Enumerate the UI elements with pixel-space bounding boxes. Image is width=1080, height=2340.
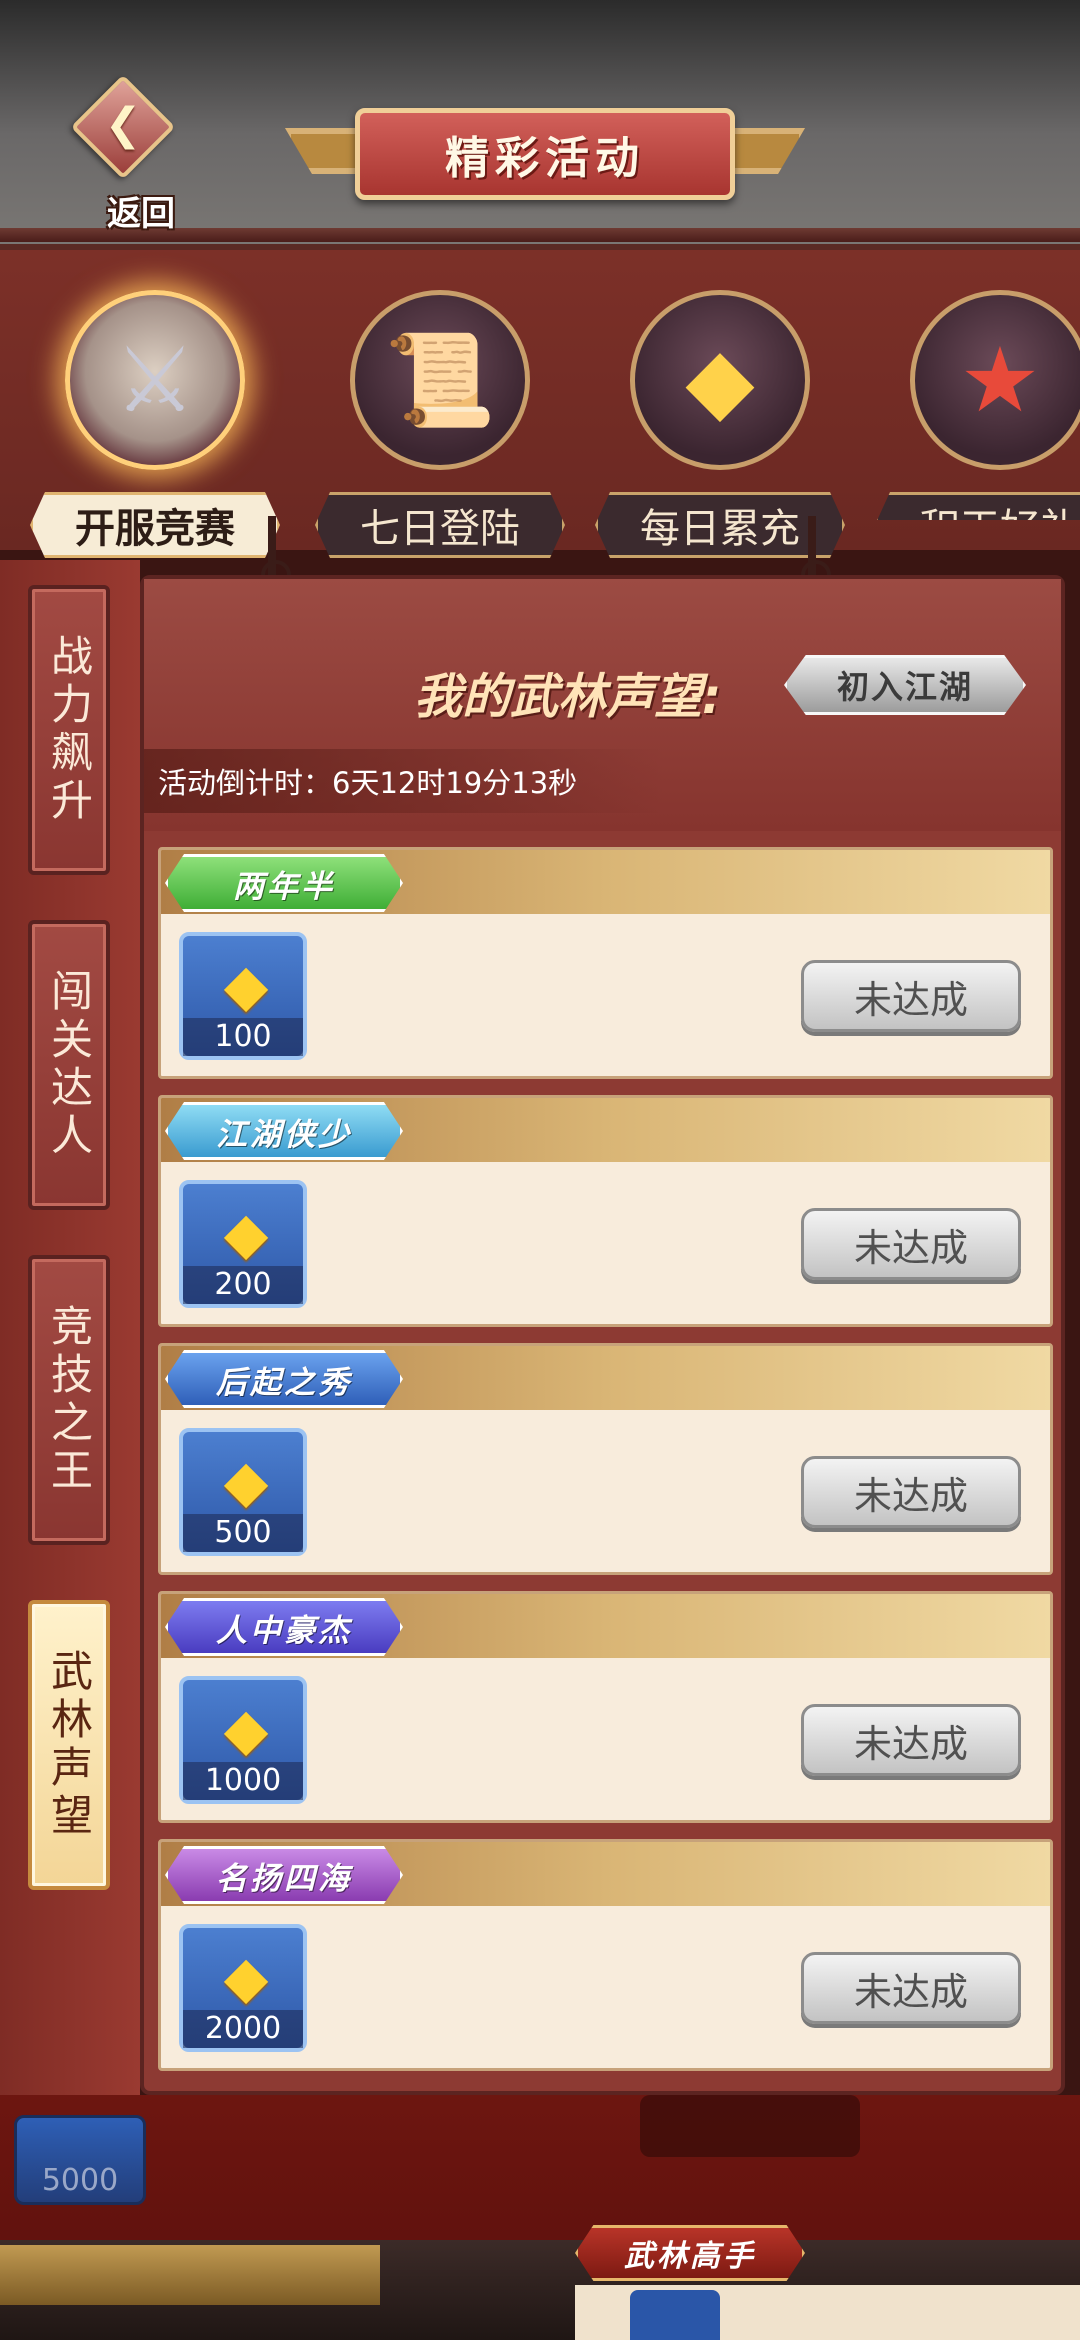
claim-button-label: 未达成 xyxy=(853,1473,968,1518)
sidebar-item-arena-king[interactable]: 竞技之王 xyxy=(28,1255,110,1545)
scroll-gold-icon: 📜 xyxy=(383,328,497,433)
rank-tag: 后起之秀 xyxy=(165,1350,403,1408)
hanging-rope-right xyxy=(801,516,831,590)
reward-item[interactable]: ◆ 1000 xyxy=(179,1676,307,1804)
hanging-rope-left xyxy=(261,516,291,590)
reward-card: 名扬四海 ◆ 2000 未达成 xyxy=(158,1839,1053,2071)
reward-card: 人中豪杰 ◆ 1000 未达成 xyxy=(158,1591,1053,1823)
reputation-badge: 初入江湖 xyxy=(784,655,1026,715)
rank-tag: 两年半 xyxy=(165,854,403,912)
rank-tag: 名扬四海 xyxy=(165,1846,403,1904)
claim-button[interactable]: 未达成 xyxy=(801,1208,1021,1280)
gold-ingot-icon: ◆ xyxy=(223,1199,269,1267)
countdown-strip: 活动倒计时：6天12时19分13秒 xyxy=(144,749,664,813)
header-bar: ❮ 返回 精彩活动 xyxy=(0,0,1080,250)
reward-amount: 200 xyxy=(183,1266,303,1304)
rank-tag-partial: 武林高手 xyxy=(575,2225,805,2281)
reward-card: 两年半 ◆ 100 未达成 xyxy=(158,847,1053,1079)
claim-button-partial xyxy=(640,2095,860,2157)
gold-ingot-icon: ◆ xyxy=(223,1447,269,1515)
claim-button-label: 未达成 xyxy=(853,1721,968,1766)
claim-button[interactable]: 未达成 xyxy=(801,1456,1021,1528)
rank-tag: 人中豪杰 xyxy=(165,1598,403,1656)
claim-button[interactable]: 未达成 xyxy=(801,1704,1021,1776)
bottom-overlay-region: 5000 武林高手 xyxy=(0,2095,1080,2340)
sidebar-item-label: 闯关达人 xyxy=(44,969,94,1161)
title-plaque: 精彩活动 xyxy=(285,108,805,200)
treasure-pile-icon: ★ xyxy=(959,328,1041,433)
gold-ingot-icon: ◆ xyxy=(223,951,269,1019)
bottom-gold-band xyxy=(0,2245,380,2305)
claim-button[interactable]: 未达成 xyxy=(801,1952,1021,2024)
rank-tag-label: 武林高手 xyxy=(624,2239,756,2274)
tab-label: 开服竞赛 xyxy=(75,506,235,552)
claim-button-label: 未达成 xyxy=(853,977,968,1022)
sidebar-item-label: 战力飙升 xyxy=(44,634,94,826)
back-label: 返回 xyxy=(107,194,175,234)
reward-panel: 我的武林声望: 初入江湖 活动倒计时：6天12时19分13秒 两年半 ◆ 100… xyxy=(140,575,1065,2095)
reputation-value: 初入江湖 xyxy=(836,668,973,706)
tab-label-plate: 七日登陆 xyxy=(315,492,565,558)
tab-label: 七日登陆 xyxy=(360,506,520,552)
reward-amount: 5000 xyxy=(41,2163,119,2198)
title-banner: 精彩活动 xyxy=(355,108,735,200)
rank-tag-label: 江湖侠少 xyxy=(216,1116,352,1153)
gold-ingot-chest-icon: ◆ xyxy=(685,328,755,433)
sidebar-item-power-rise[interactable]: 战力飙升 xyxy=(28,585,110,875)
tab-label-plate: 积天好礼 xyxy=(875,492,1080,520)
reward-amount: 100 xyxy=(183,1018,303,1056)
page-title: 精彩活动 xyxy=(445,133,645,184)
tab-server-competition[interactable]: ⚔ 开服竞赛 xyxy=(30,280,280,558)
crossed-swords-icon: ⚔ xyxy=(114,328,196,433)
gold-ingot-icon: ◆ xyxy=(223,1943,269,2011)
claim-button-label: 未达成 xyxy=(853,1225,968,1270)
back-arrow-icon: ❮ xyxy=(104,99,142,150)
tab-cumulative-gift[interactable]: ★ 积天好礼 xyxy=(875,280,1080,520)
sidebar-item-stage-master[interactable]: 闯关达人 xyxy=(28,920,110,1210)
tab-label: 每日累充 xyxy=(640,506,800,552)
reward-item[interactable]: ◆ 2000 xyxy=(179,1924,307,2052)
reward-amount: 500 xyxy=(183,1514,303,1552)
rank-tag-label: 人中豪杰 xyxy=(216,1612,352,1649)
claim-button-label: 未达成 xyxy=(853,1969,968,2014)
claim-button[interactable]: 未达成 xyxy=(801,960,1021,1032)
back-button[interactable]: ❮ 返回 xyxy=(68,74,178,234)
reward-card: 江湖侠少 ◆ 200 未达成 xyxy=(158,1095,1053,1327)
sidebar-item-martial-reputation[interactable]: 武林声望 xyxy=(28,1600,110,1890)
rank-tag-label: 名扬四海 xyxy=(216,1860,352,1897)
reward-amount: 1000 xyxy=(183,1762,303,1800)
tab-label: 积天好礼 xyxy=(920,496,1080,520)
sidebar-item-label: 竞技之王 xyxy=(44,1304,94,1496)
category-sidebar: 战力飙升 闯关达人 竞技之王 武林声望 xyxy=(0,560,140,2110)
sidebar-item-label: 武林声望 xyxy=(44,1649,94,1841)
reward-item[interactable]: ◆ 100 xyxy=(179,932,307,1060)
panel-header: 我的武林声望: 初入江湖 活动倒计时：6天12时19分13秒 xyxy=(144,579,1061,831)
reward-amount: 2000 xyxy=(183,2010,303,2048)
countdown-text: 活动倒计时：6天12时19分13秒 xyxy=(158,766,578,800)
rank-tag: 江湖侠少 xyxy=(165,1102,403,1160)
tab-seven-day-login[interactable]: 📜 七日登陆 xyxy=(315,280,565,558)
reward-card: 后起之秀 ◆ 500 未达成 xyxy=(158,1343,1053,1575)
gold-ingot-icon: ◆ xyxy=(223,1695,269,1763)
tab-label-plate: 开服竞赛 xyxy=(30,492,280,558)
activity-tab-strip: ⚔ 开服竞赛 📜 七日登陆 ◆ 每日累充 ★ 积天好礼 xyxy=(0,250,1080,558)
reward-item-partial: 5000 xyxy=(14,2115,146,2205)
reward-item[interactable]: ◆ 200 xyxy=(179,1180,307,1308)
rank-tag-label: 两年半 xyxy=(233,868,335,905)
tab-daily-recharge[interactable]: ◆ 每日累充 xyxy=(595,280,845,558)
rank-tag-label: 后起之秀 xyxy=(216,1364,352,1401)
reward-item-partial xyxy=(630,2290,720,2340)
reward-item[interactable]: ◆ 500 xyxy=(179,1428,307,1556)
